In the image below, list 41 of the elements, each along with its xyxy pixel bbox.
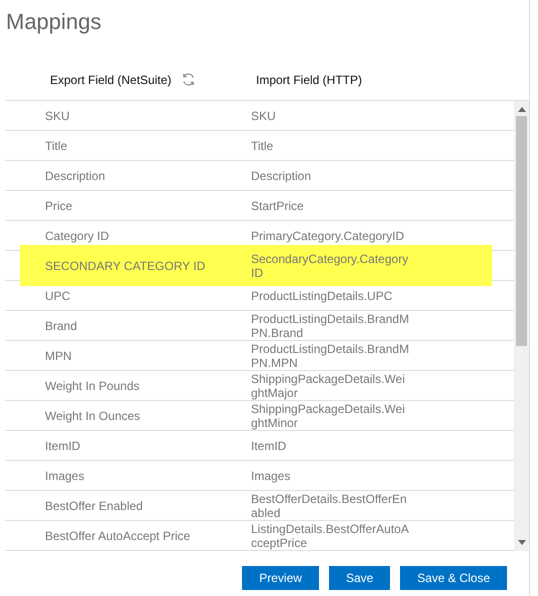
table-cell-text: ProductListingDetails.UPC (251, 288, 394, 302)
table-cell-text: Category ID (45, 228, 110, 242)
table-cell-text: ShippingPackageDetails.WeightMajor (251, 372, 406, 400)
table-cell-text: SecondaryCategory.CategoryID (251, 252, 410, 280)
table-cell-text: SKU (45, 108, 71, 122)
action-button[interactable]: Save (328, 566, 390, 590)
table-cell-text: BestOffer AutoAccept Price (45, 528, 192, 542)
table-cell-text: BestOffer Enabled (45, 498, 144, 512)
table-cell-text: Price (45, 198, 74, 212)
column-header: Export Field (NetSuite) (50, 72, 172, 88)
table-cell-text: BestOfferDetails.BestOfferEnabled (251, 492, 408, 520)
table-cell-text: Description (45, 168, 106, 182)
scrollbar[interactable] (514, 101, 529, 551)
table-cell-text: Brand (45, 318, 78, 332)
table-cell-text: Images (45, 468, 86, 482)
refresh-icon[interactable] (181, 72, 196, 87)
table-cell-text: ItemID (251, 438, 288, 452)
table-cell-text: Title (45, 138, 68, 152)
table-cell-text: PrimaryCategory.CategoryID (251, 228, 406, 242)
table-cell-text: ProductListingDetails.BrandMPN.Brand (251, 312, 410, 340)
action-button[interactable]: Preview (242, 566, 319, 590)
table-cell-text: ItemID (45, 438, 82, 452)
table-cell-text: UPC (45, 288, 72, 302)
scrollbar-thumb[interactable] (516, 116, 527, 346)
column-header: Import Field (HTTP) (256, 72, 362, 88)
up-arrow-icon[interactable] (518, 107, 526, 112)
table-cell-text: Title (251, 138, 274, 152)
table-cell-text: StartPrice (251, 198, 305, 212)
page-title: Mappings (6, 8, 102, 36)
table-cell-text: ShippingPackageDetails.WeightMinor (251, 402, 406, 430)
down-arrow-icon[interactable] (518, 540, 526, 545)
table-cell-text: Weight In Ounces (45, 408, 142, 422)
table-cell-text: MPN (45, 348, 73, 362)
table-cell-text: ProductListingDetails.BrandMPN.MPN (251, 342, 410, 370)
table-cell-text: SECONDARY CATEGORY ID (45, 258, 206, 272)
table-cell-text: ListingDetails.BestOfferAutoAcceptPrice (251, 522, 410, 550)
table-cell-text: Weight In Pounds (45, 378, 141, 392)
action-button[interactable]: Save & Close (400, 566, 507, 590)
table-cell-text: SKU (251, 108, 277, 122)
table-cell-text: Description (251, 168, 312, 182)
table-cell-text: Images (251, 468, 292, 482)
